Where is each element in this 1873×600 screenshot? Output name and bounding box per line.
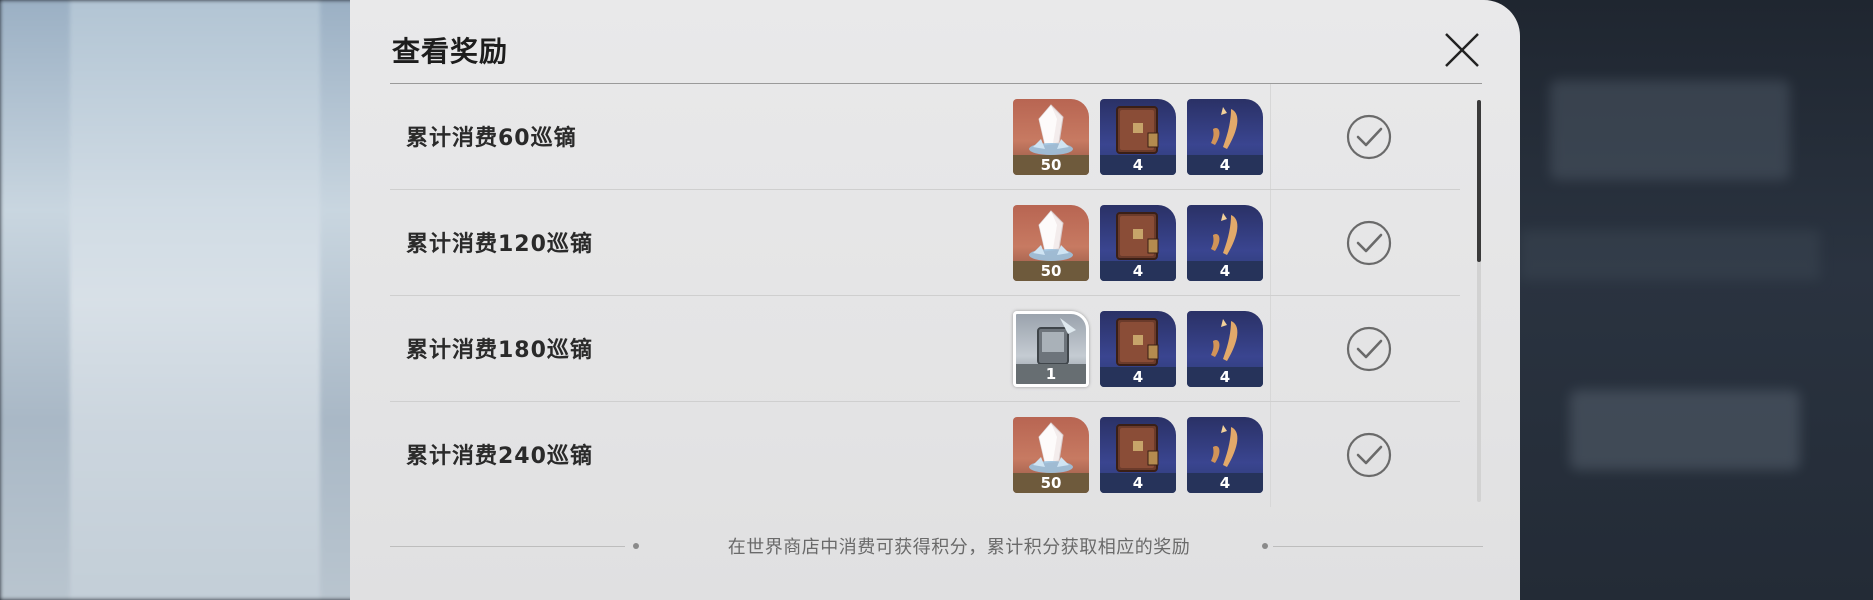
reward-item[interactable]: 4 (1187, 311, 1263, 387)
claimed-status[interactable] (1345, 219, 1393, 267)
reward-row: 累计消费180巡镝 1 4 4 (390, 296, 1460, 402)
item-count: 4 (1187, 155, 1263, 175)
reward-items: 50 4 4 (1013, 205, 1263, 281)
rewards-dialog: 查看奖励 累计消费60巡镝 50 4 4 累计消费120巡镝 50 4 4 累计消费180巡镝 1… (350, 0, 1520, 600)
close-icon (1445, 33, 1479, 67)
reward-row: 累计消费60巡镝 50 4 4 (390, 84, 1460, 190)
item-count: 50 (1013, 155, 1089, 175)
item-count: 4 (1100, 155, 1176, 175)
close-button[interactable] (1440, 28, 1484, 72)
background-left (0, 0, 360, 600)
item-count: 4 (1187, 473, 1263, 493)
reward-item[interactable]: 4 (1187, 205, 1263, 281)
reward-tier-label: 累计消费240巡镝 (406, 444, 593, 469)
footer-hint: 在世界商店中消费可获得积分，累计积分获取相应的奖励 (390, 531, 1483, 561)
reward-item[interactable]: 4 (1100, 205, 1176, 281)
check-circle-icon (1346, 432, 1392, 478)
background-right (1500, 0, 1873, 600)
reward-item[interactable]: 50 (1013, 205, 1089, 281)
claimed-status[interactable] (1345, 325, 1393, 373)
check-circle-icon (1346, 326, 1392, 372)
reward-list[interactable]: 累计消费60巡镝 50 4 4 累计消费120巡镝 50 4 4 累计消费180巡镝 1 4 4 累计消… (390, 84, 1460, 507)
items-divider (1270, 402, 1271, 507)
reward-row: 累计消费120巡镝 50 4 4 (390, 190, 1460, 296)
reward-item[interactable]: 50 (1013, 417, 1089, 493)
footer-divider-right (1273, 546, 1483, 547)
reward-tier-label: 累计消费180巡镝 (406, 338, 593, 363)
reward-item[interactable]: 1 (1013, 311, 1089, 387)
item-count: 1 (1016, 364, 1086, 384)
claimed-status[interactable] (1345, 431, 1393, 479)
reward-row: 累计消费240巡镝 50 4 4 (390, 402, 1460, 507)
reward-item[interactable]: 4 (1100, 417, 1176, 493)
item-count: 4 (1100, 473, 1176, 493)
footer-dot-left (633, 543, 639, 549)
scrollbar-thumb[interactable] (1477, 100, 1481, 262)
footer-divider-left (390, 546, 625, 547)
claimed-status[interactable] (1345, 113, 1393, 161)
check-circle-icon (1346, 114, 1392, 160)
item-count: 4 (1187, 367, 1263, 387)
item-count: 4 (1187, 261, 1263, 281)
reward-item[interactable]: 4 (1187, 99, 1263, 175)
footer-hint-text: 在世界商店中消费可获得积分，累计积分获取相应的奖励 (727, 537, 1191, 558)
item-count: 4 (1100, 261, 1176, 281)
reward-item[interactable]: 4 (1187, 417, 1263, 493)
reward-item[interactable]: 50 (1013, 99, 1089, 175)
reward-item[interactable]: 4 (1100, 311, 1176, 387)
footer-dot-right (1262, 543, 1268, 549)
item-count: 50 (1013, 473, 1089, 493)
items-divider (1270, 296, 1271, 401)
item-count: 4 (1100, 367, 1176, 387)
reward-tier-label: 累计消费120巡镝 (406, 232, 593, 257)
dialog-title: 查看奖励 (392, 35, 509, 68)
reward-tier-label: 累计消费60巡镝 (406, 126, 577, 151)
item-count: 50 (1013, 261, 1089, 281)
reward-item[interactable]: 4 (1100, 99, 1176, 175)
reward-items: 50 4 4 (1013, 99, 1263, 175)
check-circle-icon (1346, 220, 1392, 266)
reward-items: 50 4 4 (1013, 417, 1263, 493)
items-divider (1270, 84, 1271, 189)
reward-items: 144 (1013, 311, 1263, 387)
items-divider (1270, 190, 1271, 295)
